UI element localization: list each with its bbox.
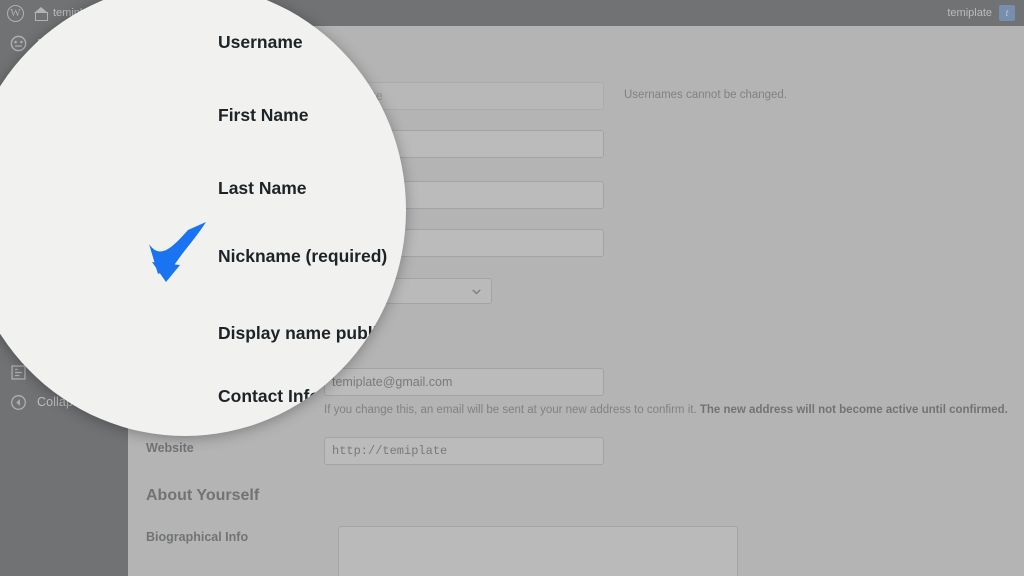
chevron-down-icon	[472, 288, 481, 295]
magnified-label-nickname: Nickname (required)	[218, 246, 388, 266]
field-label: Biographical Info	[146, 530, 249, 544]
form-row-website: Website http://temiplate	[146, 437, 604, 465]
magnified-label-last-name: Last Name	[218, 178, 307, 198]
account-name-label: temiplate	[947, 7, 992, 19]
website-value: http://temiplate	[332, 444, 448, 458]
email-hint-bold: The new address will not become active u…	[699, 404, 1008, 416]
curved-arrow-down-icon	[149, 222, 206, 282]
biographical-info-textarea[interactable]	[338, 526, 738, 576]
magnified-label-display-name: Display name publicly as	[218, 323, 406, 343]
email-hint: If you change this, an email will be sen…	[324, 404, 1008, 416]
form-row-biographical-info: Biographical Info	[146, 526, 738, 576]
avatar-icon: t	[999, 5, 1015, 21]
magnified-label-contact-info: Contact Info	[218, 386, 321, 406]
magnified-label-username: Username	[218, 32, 303, 52]
magnified-label-first-name: First Name	[218, 105, 309, 125]
username-hint: Usernames cannot be changed.	[624, 89, 788, 101]
website-input[interactable]: http://temiplate	[324, 437, 604, 465]
about-yourself-heading: About Yourself	[146, 487, 260, 504]
account-menu[interactable]: temiplate t	[947, 5, 1024, 21]
field-label: Website	[146, 441, 194, 455]
